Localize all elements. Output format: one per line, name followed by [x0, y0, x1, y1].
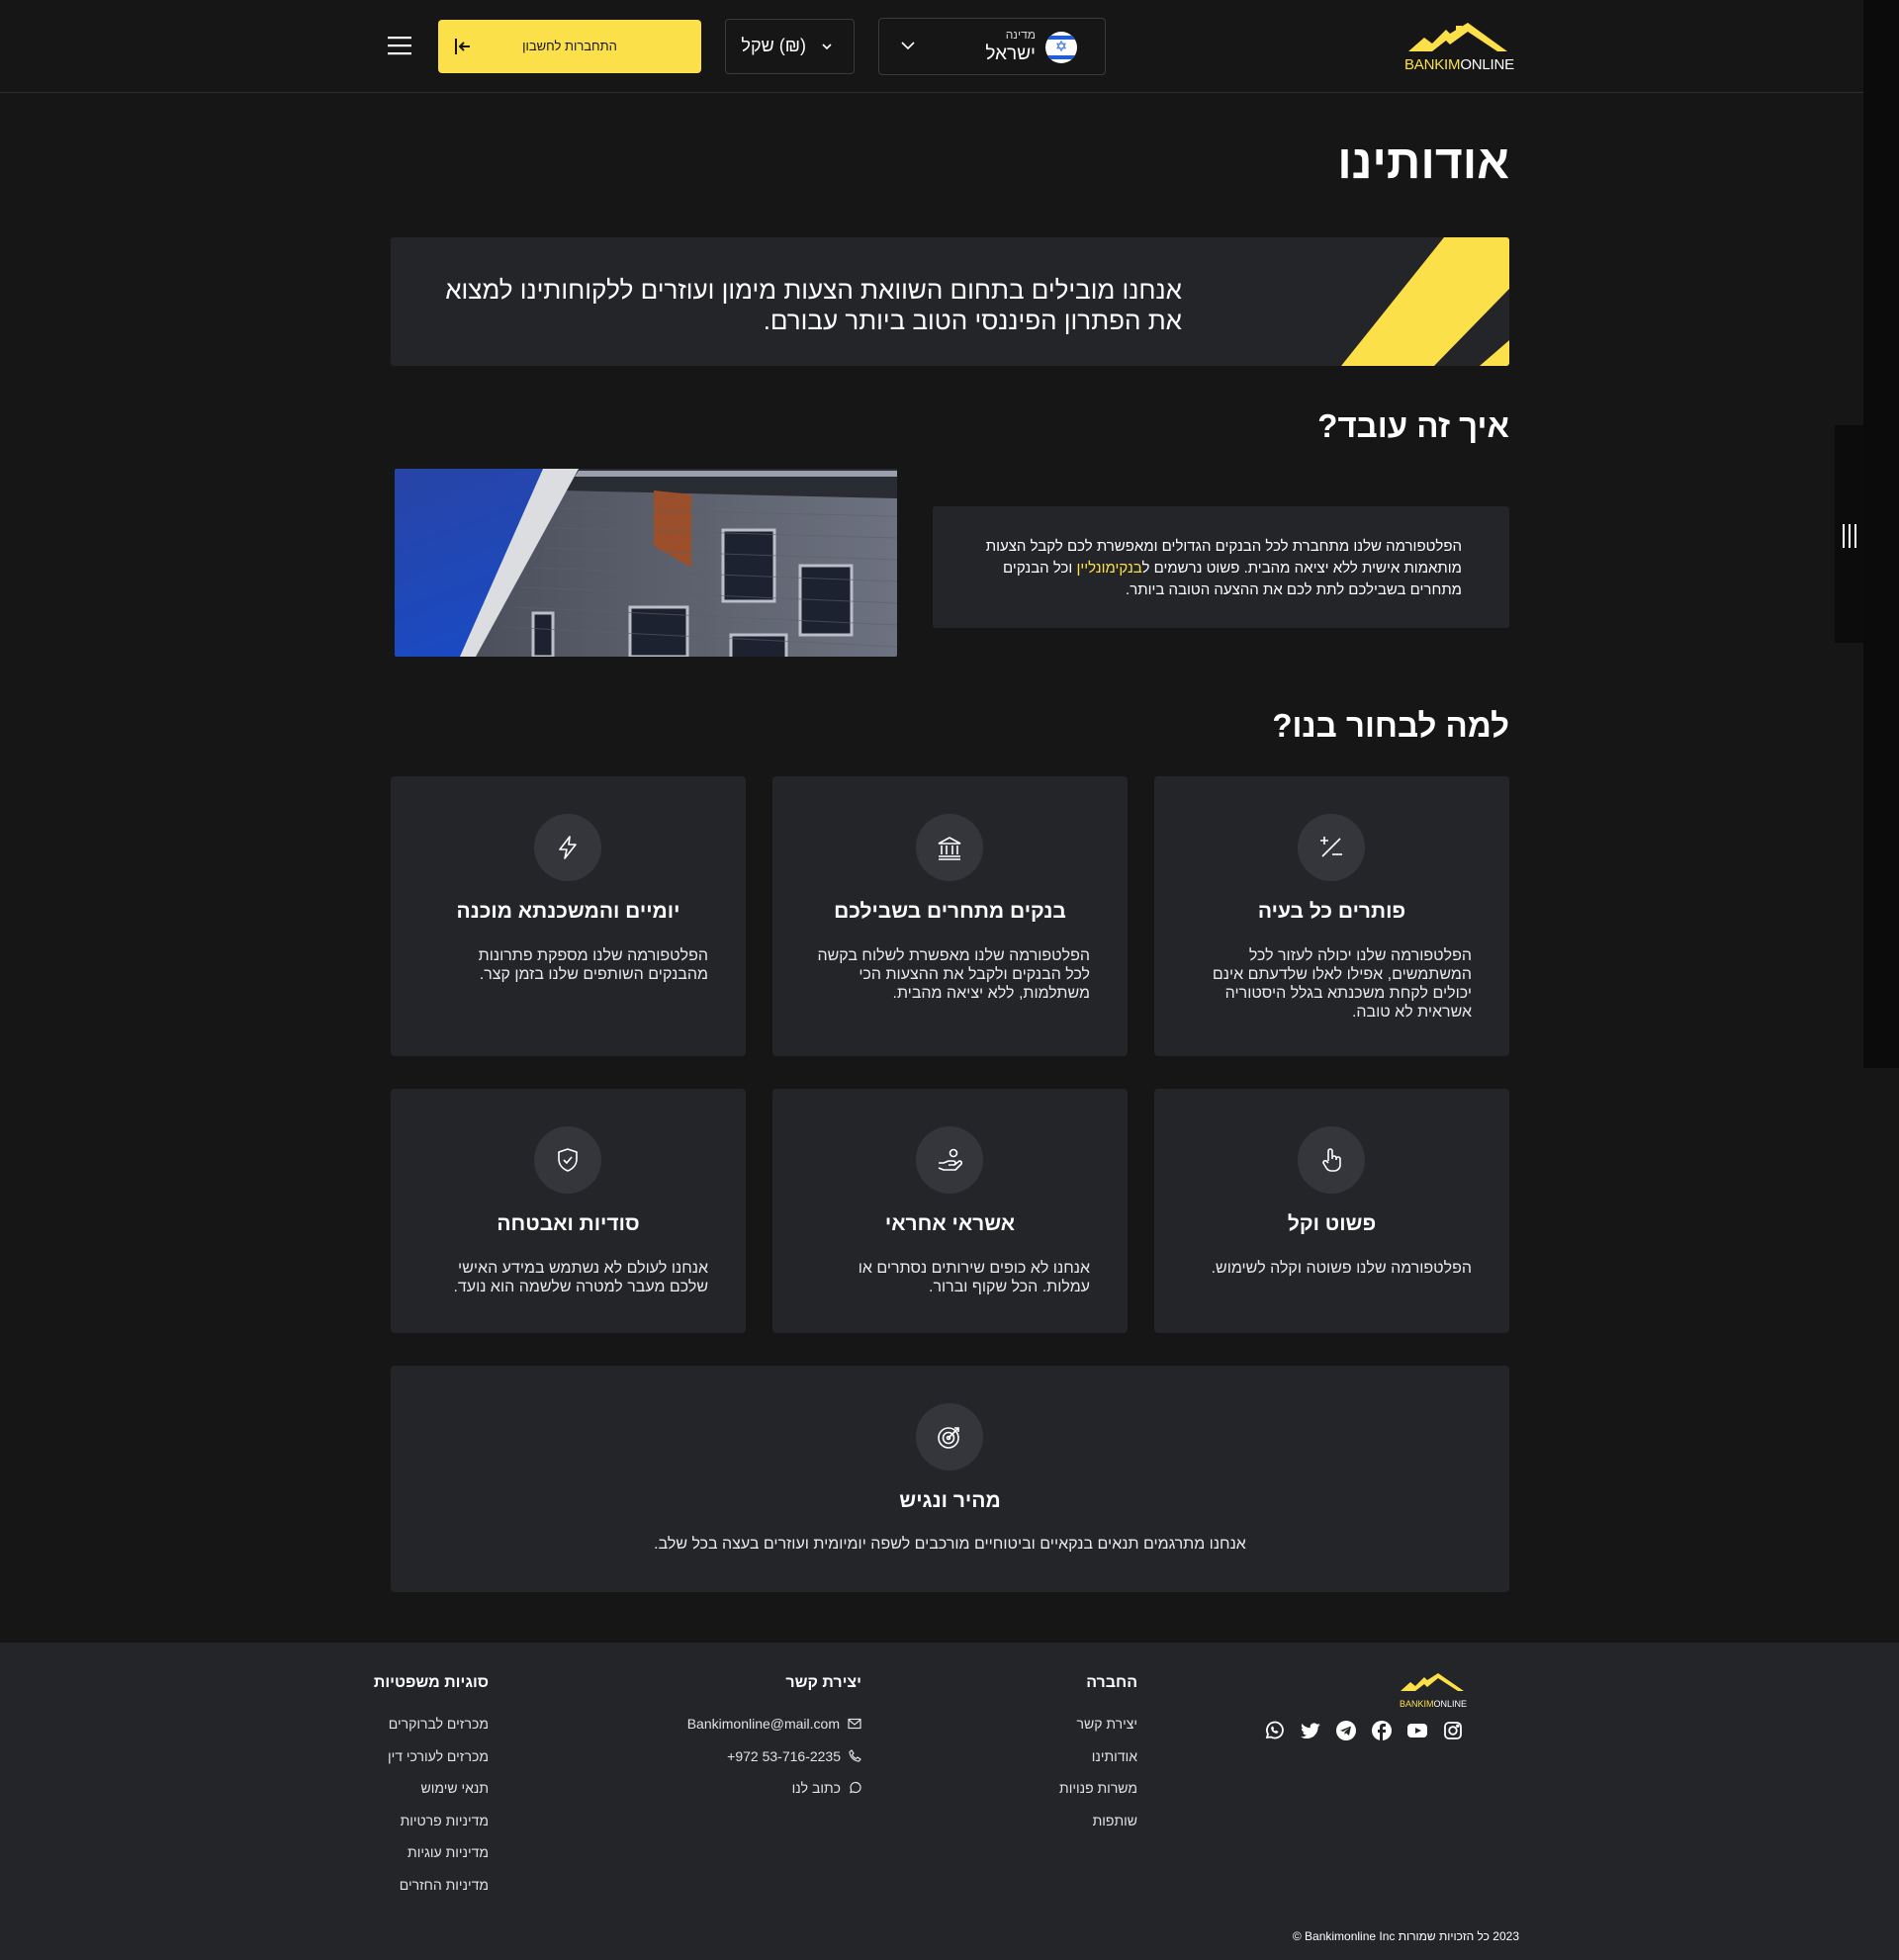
whatsapp-icon[interactable] — [1263, 1720, 1285, 1741]
feature-card: סודיות ואבטחה אנחנו לעולם לא נשתמש במידע… — [391, 1089, 746, 1333]
feature-description: אנחנו מתרגמים תנאים בנקאיים וביטוחיים מו… — [654, 1536, 1246, 1553]
footer-link-cookies[interactable]: מדיניות עוגיות — [374, 1843, 489, 1876]
plus-minus-icon — [1298, 814, 1365, 881]
whatsapp-icon — [849, 1780, 861, 1798]
footer-link-terms[interactable]: תנאי שימוש — [374, 1779, 490, 1812]
feature-title: בנקים מתחרים בשבילכם — [834, 900, 1066, 923]
footer-company-column: החברה יצירת קשר אודותינו משרות פנויות שו… — [1059, 1674, 1137, 1843]
footer-link-privacy[interactable]: מדיניות פרטיות — [374, 1812, 489, 1844]
site-logo[interactable]: BANKIMONLINE — [1402, 20, 1514, 74]
feature-card: בנקים מתחרים בשבילכם הפלטפורמה שלנו מאפש… — [772, 776, 1128, 1056]
feature-description: הפלטפורמה שלנו יכולה לעזור לכל המשתמשים,… — [1212, 947, 1472, 1021]
footer-email[interactable]: Bankimonline@mail.com — [687, 1715, 861, 1747]
why-choose-us-title: למה לבחור בנו? — [1272, 707, 1509, 744]
how-it-works-card: הפלטפורמה שלנו מתחברת לכל הבנקים הגדולים… — [933, 506, 1509, 628]
how-it-works-text: הפלטפורמה שלנו מתחברת לכל הבנקים הגדולים… — [985, 538, 1462, 598]
roof-logo-icon — [1408, 23, 1507, 51]
footer-phone[interactable]: +972 53-716-2235 — [687, 1747, 861, 1780]
feature-description: הפלטפורמה שלנו מספקת פתרונות מהבנקים השו… — [478, 947, 708, 983]
hamburger-menu-icon[interactable] — [388, 36, 411, 60]
phone-icon — [849, 1748, 861, 1766]
target-icon — [916, 1403, 983, 1470]
footer-link-about[interactable]: אודותינו — [1059, 1747, 1137, 1780]
footer-link-jobs[interactable]: משרות פנויות — [1059, 1779, 1137, 1812]
page-scrollbar[interactable] — [1863, 0, 1899, 1068]
footer-link-refunds[interactable]: מדיניות החזרים — [374, 1876, 489, 1909]
feature-description: אנחנו לעולם לא נשתמש במידע האישי שלכם מע… — [453, 1260, 708, 1295]
footer-link-contact[interactable]: יצירת קשר — [1059, 1715, 1137, 1747]
instagram-icon[interactable] — [1442, 1720, 1464, 1741]
feature-title: פשוט וקל — [1287, 1212, 1377, 1235]
mail-icon — [848, 1716, 861, 1734]
hand-coin-icon — [916, 1126, 983, 1194]
footer-logo[interactable]: BANKIMONLINE — [1400, 1671, 1467, 1709]
site-footer: BANKIMONLINE החברה יצירת קשר אודותינו מש… — [0, 1643, 1899, 1960]
how-it-works-title: איך זה עובד? — [1317, 407, 1509, 444]
site-header: התחברות לחשבון שקל (₪) מדינה ישראל ✡ BAN… — [0, 0, 1863, 93]
vertical-bars-icon — [1843, 524, 1856, 548]
footer-column-title: יצירת קשר — [785, 1674, 861, 1691]
facebook-icon[interactable] — [1371, 1720, 1393, 1741]
bank-icon — [916, 814, 983, 881]
feature-card: יומיים והמשכנתא מוכנה הפלטפורמה שלנו מספ… — [391, 776, 746, 1056]
footer-legal-column: סוגיות משפטיות מכרזים לברוקרים מכרזים לע… — [374, 1674, 489, 1908]
feature-description: אנחנו לא כופים שירותים נסתרים או עמלות. … — [858, 1260, 1090, 1295]
youtube-icon[interactable] — [1406, 1720, 1428, 1741]
side-panel-toggle[interactable] — [1835, 425, 1863, 643]
feature-title: אשראי אחראי — [884, 1212, 1016, 1235]
feature-title: מהיר ונגיש — [899, 1489, 1001, 1512]
brand-link[interactable]: בנקימונליין — [1076, 560, 1141, 577]
hero-text: אנחנו מובילים בתחום השוואת הצעות מימון ו… — [445, 275, 1182, 335]
login-label: התחברות לחשבון — [522, 39, 617, 53]
feature-title: יומיים והמשכנתא מוכנה — [456, 900, 680, 923]
feature-title: סודיות ואבטחה — [497, 1212, 640, 1235]
feature-description: הפלטפורמה שלנו פשוטה וקלה לשימוש. — [1211, 1260, 1472, 1277]
pointer-hand-icon — [1298, 1126, 1365, 1194]
country-label: מדינה — [1005, 28, 1036, 42]
twitter-icon[interactable] — [1300, 1720, 1321, 1741]
footer-link-lawyer-tenders[interactable]: מכרזים לעורכי דין — [374, 1747, 489, 1780]
hero-banner: אנחנו מובילים בתחום השוואת הצעות מימון ו… — [391, 237, 1509, 366]
footer-link-partnership[interactable]: שותפות — [1059, 1812, 1137, 1844]
chevron-down-icon — [899, 37, 917, 59]
feature-card: אשראי אחראי אנחנו לא כופים שירותים נסתרי… — [772, 1089, 1128, 1333]
logo-text: BANKIMONLINE — [1404, 56, 1514, 73]
israel-flag-icon: ✡ — [1045, 32, 1077, 63]
footer-link-broker-tenders[interactable]: מכרזים לברוקרים — [374, 1715, 489, 1747]
feature-card-wide: מהיר ונגיש אנחנו מתרגמים תנאים בנקאיים ו… — [391, 1366, 1509, 1592]
footer-column-title: החברה — [1086, 1674, 1137, 1691]
footer-column-title: סוגיות משפטיות — [373, 1674, 489, 1691]
copyright-text: 2023 כל הזכויות שמורות Bankimonline Inc … — [1292, 1929, 1519, 1943]
feature-description: הפלטפורמה שלנו מאפשרת לשלוח בקשה לכל הבנ… — [817, 947, 1090, 1002]
footer-contact-column: יצירת קשר Bankimonline@mail.com +972 53-… — [687, 1674, 861, 1812]
feature-card: פשוט וקל הפלטפורמה שלנו פשוטה וקלה לשימו… — [1154, 1089, 1509, 1333]
shield-check-icon — [534, 1126, 601, 1194]
building-image — [395, 469, 897, 657]
lightning-icon — [534, 814, 601, 881]
country-selector[interactable]: מדינה ישראל ✡ — [878, 18, 1106, 75]
feature-card: פותרים כל בעיה הפלטפורמה שלנו יכולה לעזו… — [1154, 776, 1509, 1056]
footer-write-us[interactable]: כתוב לנו — [687, 1779, 861, 1812]
chevron-down-icon — [821, 40, 833, 57]
hero-stripes-decoration — [1341, 237, 1509, 366]
currency-selector[interactable]: שקל (₪) — [725, 19, 855, 74]
telegram-icon[interactable] — [1335, 1720, 1357, 1741]
roof-logo-icon — [1401, 1673, 1464, 1691]
currency-label: שקל (₪) — [741, 36, 806, 55]
feature-title: פותרים כל בעיה — [1257, 900, 1406, 923]
country-value: ישראל — [985, 44, 1036, 64]
page-title: אודותינו — [1337, 136, 1509, 189]
footer-logo-text: BANKIMONLINE — [1400, 1699, 1468, 1709]
login-button[interactable]: התחברות לחשבון — [438, 20, 701, 73]
